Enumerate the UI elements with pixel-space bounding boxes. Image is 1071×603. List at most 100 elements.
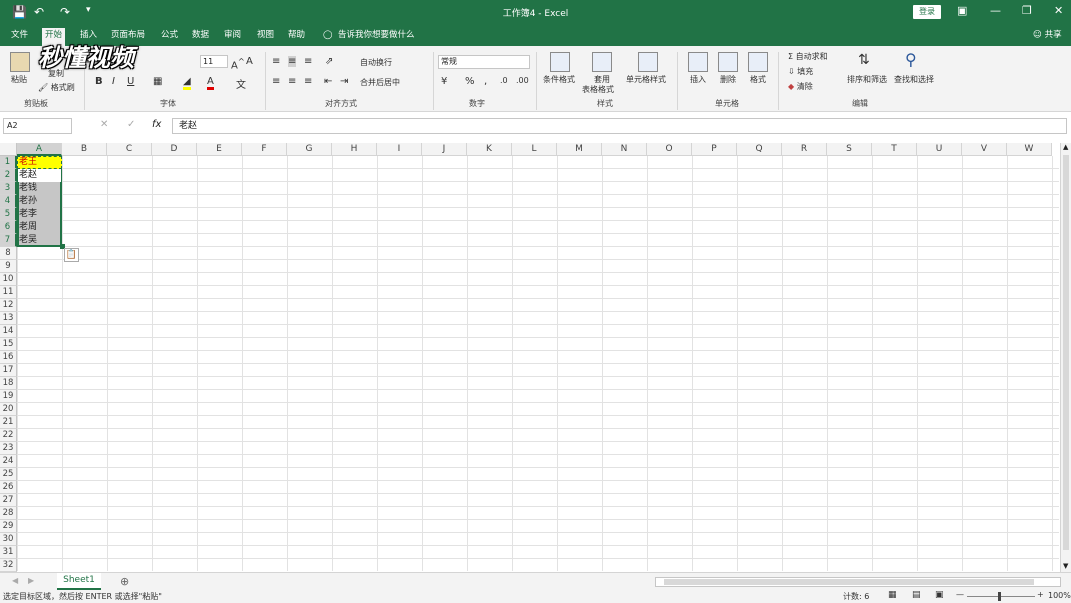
zoom-slider[interactable]	[967, 596, 1035, 597]
row-header-3[interactable]: 3	[0, 182, 17, 195]
column-header-p[interactable]: P	[692, 143, 737, 156]
column-header-k[interactable]: K	[467, 143, 512, 156]
column-header-h[interactable]: H	[332, 143, 377, 156]
row-header-30[interactable]: 30	[0, 533, 17, 546]
find-icon[interactable]: ⚲	[905, 50, 917, 69]
table-format-icon[interactable]	[592, 52, 612, 72]
cell-a2[interactable]: 老赵	[17, 169, 62, 182]
scroll-thumb[interactable]	[1063, 155, 1069, 550]
tab-help[interactable]: 帮助	[285, 29, 308, 46]
increase-indent-icon[interactable]: ⇥	[340, 76, 348, 87]
column-header-s[interactable]: S	[827, 143, 872, 156]
column-header-n[interactable]: N	[602, 143, 647, 156]
horizontal-scrollbar[interactable]	[655, 577, 1061, 587]
font-size-select[interactable]: 11	[200, 55, 228, 68]
column-header-r[interactable]: R	[782, 143, 827, 156]
column-header-o[interactable]: O	[647, 143, 692, 156]
column-header-a[interactable]: A	[17, 143, 62, 156]
column-header-q[interactable]: Q	[737, 143, 782, 156]
row-header-17[interactable]: 17	[0, 364, 17, 377]
row-header-6[interactable]: 6	[0, 221, 17, 234]
paste-options-icon[interactable]: 📋	[64, 248, 79, 262]
italic-icon[interactable]: I	[112, 76, 115, 87]
number-format-select[interactable]: 常规	[438, 55, 530, 69]
zoom-level[interactable]: 100%	[1048, 591, 1071, 600]
decrease-decimal-icon[interactable]: .00	[516, 76, 529, 85]
column-header-i[interactable]: I	[377, 143, 422, 156]
enter-icon[interactable]: ✓	[127, 119, 135, 130]
column-header-e[interactable]: E	[197, 143, 242, 156]
font-color-icon[interactable]: A	[207, 76, 214, 90]
row-header-5[interactable]: 5	[0, 208, 17, 221]
increase-decimal-icon[interactable]: .0	[500, 76, 508, 85]
row-header-23[interactable]: 23	[0, 442, 17, 455]
hscroll-thumb[interactable]	[664, 579, 1034, 585]
table-format-label-2[interactable]: 表格格式	[582, 84, 614, 95]
scroll-up-icon[interactable]: ▲	[1063, 143, 1068, 151]
column-header-j[interactable]: J	[422, 143, 467, 156]
percent-icon[interactable]: %	[465, 76, 475, 87]
column-header-d[interactable]: D	[152, 143, 197, 156]
formula-input[interactable]: 老赵	[172, 118, 1067, 134]
row-header-26[interactable]: 26	[0, 481, 17, 494]
align-center-icon[interactable]: ≡	[288, 76, 296, 87]
row-header-21[interactable]: 21	[0, 416, 17, 429]
wrap-text-button[interactable]: 自动换行	[360, 57, 392, 68]
row-header-25[interactable]: 25	[0, 468, 17, 481]
fill-color-icon[interactable]: ◢	[183, 76, 191, 90]
align-bottom-icon[interactable]: ≡	[304, 56, 312, 67]
row-header-31[interactable]: 31	[0, 546, 17, 559]
page-break-view-icon[interactable]: ▣	[935, 590, 944, 600]
row-header-16[interactable]: 16	[0, 351, 17, 364]
sort-filter-icon[interactable]: ⇅	[858, 52, 870, 68]
close-icon[interactable]: ✕	[1054, 4, 1063, 17]
page-layout-view-icon[interactable]: ▤	[912, 590, 921, 600]
row-header-12[interactable]: 12	[0, 299, 17, 312]
row-header-24[interactable]: 24	[0, 455, 17, 468]
column-header-b[interactable]: B	[62, 143, 107, 156]
conditional-format-button[interactable]: 条件格式	[543, 74, 575, 85]
next-sheet-icon[interactable]: ▶	[28, 576, 34, 585]
currency-icon[interactable]: ¥	[441, 76, 447, 87]
insert-cells-icon[interactable]	[688, 52, 708, 72]
zoom-thumb[interactable]	[998, 592, 1001, 601]
row-header-7[interactable]: 7	[0, 234, 17, 247]
clear-button[interactable]: ◆ 清除	[788, 81, 813, 92]
cell-a4[interactable]: 老孙	[17, 195, 62, 208]
tell-me-search[interactable]: 告诉我你想要做什么	[335, 29, 418, 46]
cell-a5[interactable]: 老李	[17, 208, 62, 221]
conditional-format-icon[interactable]	[550, 52, 570, 72]
column-header-v[interactable]: V	[962, 143, 1007, 156]
tab-review[interactable]: 审阅	[221, 29, 244, 46]
format-painter-button[interactable]: 🖌 格式刷	[38, 82, 75, 93]
row-header-28[interactable]: 28	[0, 507, 17, 520]
align-top-icon[interactable]: ≡	[272, 56, 280, 67]
column-header-g[interactable]: G	[287, 143, 332, 156]
sheet-tab-sheet1[interactable]: Sheet1	[57, 573, 101, 590]
cell-grid[interactable]	[17, 156, 1059, 571]
row-header-13[interactable]: 13	[0, 312, 17, 325]
column-header-w[interactable]: W	[1007, 143, 1052, 156]
minimize-icon[interactable]: —	[990, 4, 1001, 17]
row-header-1[interactable]: 1	[0, 156, 17, 169]
add-sheet-icon[interactable]: ⊕	[120, 575, 129, 588]
grow-font-icon[interactable]: A^	[231, 56, 245, 71]
row-header-15[interactable]: 15	[0, 338, 17, 351]
prev-sheet-icon[interactable]: ◀	[12, 576, 18, 585]
column-header-l[interactable]: L	[512, 143, 557, 156]
find-select-button[interactable]: 查找和选择	[894, 74, 934, 85]
column-header-t[interactable]: T	[872, 143, 917, 156]
cell-a3[interactable]: 老钱	[17, 182, 62, 195]
delete-cells-button[interactable]: 删除	[720, 74, 736, 85]
paste-button[interactable]: 粘贴	[11, 74, 27, 85]
phonetic-icon[interactable]: 文	[236, 76, 246, 91]
select-all-corner[interactable]	[0, 143, 17, 156]
normal-view-icon[interactable]: ▦	[888, 590, 897, 600]
tab-view[interactable]: 视图	[254, 29, 277, 46]
align-left-icon[interactable]: ≡	[272, 76, 280, 87]
row-header-29[interactable]: 29	[0, 520, 17, 533]
row-header-10[interactable]: 10	[0, 273, 17, 286]
merge-center-button[interactable]: 合并后居中	[360, 77, 400, 88]
fill-button[interactable]: ⇩ 填充	[788, 66, 813, 77]
format-cells-button[interactable]: 格式	[750, 74, 766, 85]
